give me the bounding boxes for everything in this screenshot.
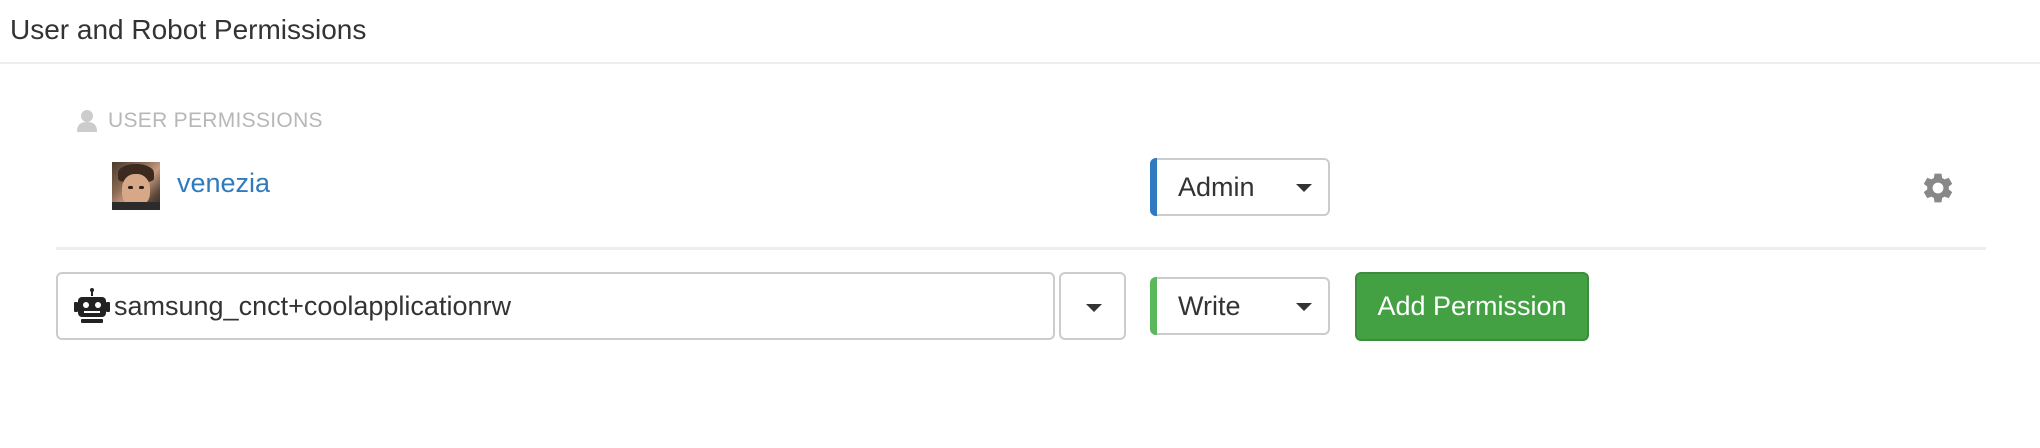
entity-input-value: samsung_cnct+coolapplicationrw — [114, 290, 511, 321]
role-select-value: Write — [1178, 290, 1241, 321]
user-icon — [77, 110, 97, 132]
add-permission-button[interactable]: Add Permission — [1355, 272, 1589, 341]
role-select-write[interactable]: Write — [1150, 277, 1330, 335]
role-color-bar — [1150, 158, 1157, 216]
entity-dropdown-button[interactable] — [1059, 272, 1126, 340]
section-label-text: USER PERMISSIONS — [108, 109, 323, 132]
gear-icon[interactable] — [1920, 170, 1956, 206]
role-color-bar — [1150, 277, 1157, 335]
avatar — [112, 162, 160, 210]
user-permission-row: venezia — [0, 156, 2040, 232]
panel-title: User and Robot Permissions — [10, 14, 367, 45]
chevron-down-icon — [1086, 304, 1102, 312]
role-select-value: Admin — [1178, 171, 1255, 202]
role-select-admin[interactable]: Admin — [1150, 158, 1330, 216]
divider — [56, 247, 1986, 250]
section-label-user-permissions: USER PERMISSIONS — [76, 105, 323, 137]
robot-icon — [74, 288, 110, 323]
panel-header: User and Robot Permissions — [0, 0, 2040, 64]
user-link-venezia[interactable]: venezia — [177, 166, 270, 200]
chevron-down-icon — [1296, 184, 1312, 192]
entity-search-input[interactable]: samsung_cnct+coolapplicationrw — [56, 272, 1055, 340]
chevron-down-icon — [1296, 303, 1312, 311]
